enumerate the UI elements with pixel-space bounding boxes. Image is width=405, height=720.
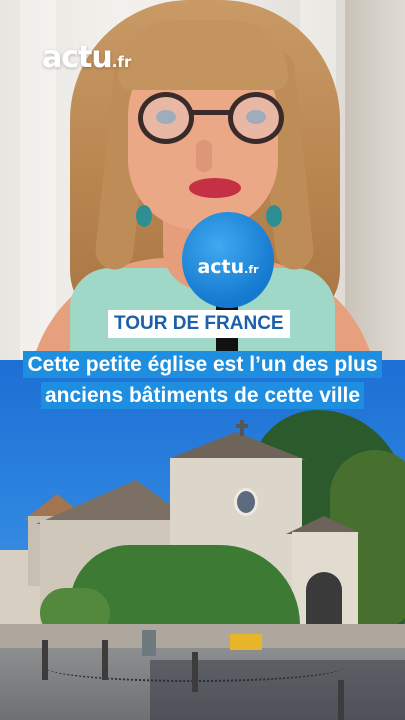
person-nose <box>196 140 212 172</box>
facade-roof <box>166 432 306 460</box>
brand-logo-main: actu <box>42 40 113 75</box>
person-lips <box>189 178 241 198</box>
brand-logo: actu.fr <box>42 40 131 75</box>
glasses-bridge <box>191 110 231 115</box>
earring-right <box>266 205 282 227</box>
bollard <box>338 680 344 720</box>
bollard <box>102 640 108 680</box>
rose-window <box>234 488 258 516</box>
interview-video-frame: actu.fr actu.fr <box>0 0 405 360</box>
microphone-logo: actu.fr <box>182 256 274 278</box>
glasses-lens-right <box>228 92 284 144</box>
mic-logo-tld: .fr <box>244 263 259 276</box>
cross-icon <box>240 420 244 436</box>
person-fringe <box>118 20 288 90</box>
brand-logo-tld: .fr <box>111 53 132 71</box>
headline-line-1: Cette petite église est l’un des plus <box>23 351 382 378</box>
headline-line-2: anciens bâtiments de cette ville <box>40 382 365 409</box>
cross-bar <box>236 424 248 428</box>
earring-left <box>136 205 152 227</box>
bollard <box>42 640 48 680</box>
headline: Cette petite église est l’un des plus an… <box>0 349 405 411</box>
mic-logo-main: actu <box>197 256 245 278</box>
glasses-lens-left <box>138 92 194 144</box>
yellow-planter <box>230 634 262 650</box>
low-wall <box>0 624 405 650</box>
bollard <box>192 652 198 692</box>
door-frame <box>345 0 405 360</box>
category-tag: TOUR DE FRANCE <box>108 310 290 338</box>
